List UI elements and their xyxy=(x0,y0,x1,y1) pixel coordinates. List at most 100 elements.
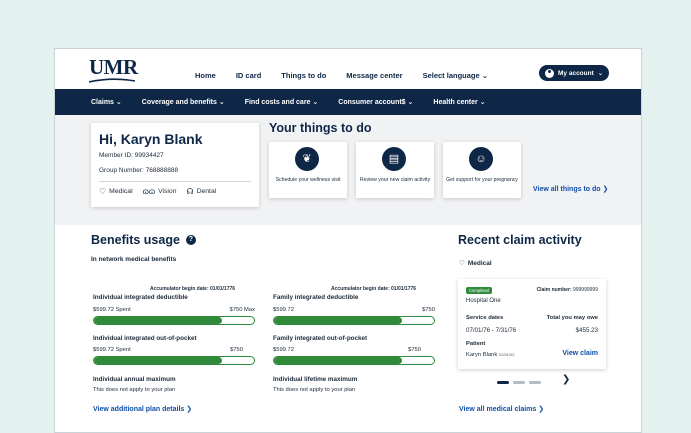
coverage-vision[interactable]: ɷɷ Vision xyxy=(143,187,177,196)
owe-label: Total you may owe xyxy=(546,315,598,321)
additional-plan-details-link[interactable]: View additional plan details ❯ xyxy=(93,405,192,413)
progress-fill xyxy=(94,357,222,364)
patient-dob: 01/01/02 xyxy=(498,352,515,357)
benefit-progress-bar xyxy=(93,356,255,365)
mainnav-consumer-accounts[interactable]: Consumer account$ ⌄ xyxy=(338,98,413,106)
nav-select-language[interactable]: Select language ⌄ xyxy=(423,71,489,80)
benefit-spent: $599.72 xyxy=(273,347,294,353)
benefit-max: $750 Max xyxy=(229,307,255,313)
nav-message-center[interactable]: Message center xyxy=(346,71,402,80)
user-icon xyxy=(545,68,554,78)
carousel-dot[interactable] xyxy=(497,381,509,384)
divider xyxy=(99,181,251,182)
mainnav-find-costs[interactable]: Find costs and care ⌄ xyxy=(245,98,319,106)
annual-max-title: Individual annual maximum xyxy=(93,376,176,383)
owe-amount: $455.23 xyxy=(575,327,598,334)
coverage-dental[interactable]: ☊ Dental xyxy=(186,187,216,196)
nav-id-card[interactable]: ID card xyxy=(236,71,261,80)
todo-card-wellness[interactable]: ❦ Schedule your wellness visit xyxy=(269,142,347,198)
claim-number: Claim number: 999999999 xyxy=(537,287,598,293)
benefit-max: $750 xyxy=(422,307,435,313)
nav-select-language-label: Select language xyxy=(422,71,480,80)
todo-label: Review your new claim activity xyxy=(359,177,431,183)
umr-logo[interactable]: UMR xyxy=(89,55,138,80)
mainnav-coverage-label: Coverage and benefits xyxy=(141,99,217,106)
chevron-down-icon: ⌄ xyxy=(312,99,319,106)
heart-icon: ♡ xyxy=(99,187,107,196)
main-nav: Claims ⌄ Coverage and benefits ⌄ Find co… xyxy=(55,89,641,115)
claim-number-label: Claim number: xyxy=(536,287,572,293)
chevron-down-icon: ⌄ xyxy=(479,99,486,106)
coverage-list: ♡ Medical ɷɷ Vision ☊ Dental xyxy=(99,187,216,196)
chevron-right-icon: ❯ xyxy=(602,186,609,193)
benefit-title: Individual integrated out-of-pocket xyxy=(93,335,197,342)
service-dates: 07/01/76 - 7/31/76 xyxy=(466,327,517,334)
service-dates-label: Service dates xyxy=(466,315,504,321)
accumulator-date: Accumulator begin date: 01/01/1776 xyxy=(331,286,417,292)
benefit-title: Family integrated out-of-pocket xyxy=(273,335,368,342)
mainnav-health-center[interactable]: Health center ⌄ xyxy=(433,98,485,106)
claim-number-value: 999999999 xyxy=(572,287,598,293)
benefit-spent: $599.72 Spent xyxy=(93,307,131,313)
view-all-claims-link[interactable]: View all medical claims ❯ xyxy=(459,405,544,413)
view-all-things-link[interactable]: View all things to do ❯ xyxy=(533,185,608,193)
benefit-title: Individual integrated deductible xyxy=(93,294,188,301)
mainnav-consumer-accounts-label: Consumer account$ xyxy=(338,99,406,106)
benefit-max: $750 xyxy=(408,347,421,353)
status-badge: Completed xyxy=(466,287,493,294)
member-id: Member ID: 99934427 xyxy=(99,152,164,159)
coverage-medical-label: Medical xyxy=(109,188,133,195)
benefit-title: Family integrated deductible xyxy=(273,294,359,301)
carousel-dot[interactable] xyxy=(529,381,541,384)
top-nav: Home ID card Things to do Message center… xyxy=(195,71,488,80)
chevron-down-icon: ⌄ xyxy=(597,70,604,77)
chevron-right-icon: ❯ xyxy=(186,406,193,413)
patient-name: Karyn Blank 01/01/02 xyxy=(466,352,514,358)
benefit-max: $750 xyxy=(230,347,243,353)
carousel-next-icon[interactable]: ❯ xyxy=(562,374,570,385)
accumulator-date: Accumulator begin date: 01/01/1776 xyxy=(150,286,236,292)
progress-fill xyxy=(274,357,402,364)
progress-fill xyxy=(274,317,402,324)
help-icon[interactable]: ? xyxy=(185,235,196,245)
lifetime-max-note: This does not apply to your plan xyxy=(273,387,356,393)
hands-leaf-icon: ❦ xyxy=(295,147,319,171)
mainnav-claims[interactable]: Claims ⌄ xyxy=(91,98,122,106)
logo-swoosh-icon xyxy=(89,78,135,83)
claim-card: Completed Claim number: 999999999 Hospit… xyxy=(458,279,606,369)
page-frame: UMR Home ID card Things to do Message ce… xyxy=(54,48,642,433)
benefits-title: Benefits usage ? xyxy=(91,233,196,247)
chevron-right-icon: ❯ xyxy=(538,406,545,413)
benefit-progress-bar xyxy=(93,316,255,325)
chevron-down-icon: ⌄ xyxy=(115,99,122,106)
benefits-title-label: Benefits usage xyxy=(91,233,180,247)
mainnav-health-center-label: Health center xyxy=(433,99,478,106)
todo-label: Get support for your pregnancy xyxy=(446,177,518,183)
mainnav-coverage[interactable]: Coverage and benefits ⌄ xyxy=(142,98,225,106)
claims-category: ♡ Medical xyxy=(459,259,492,268)
todo-card-pregnancy[interactable]: ☺ Get support for your pregnancy xyxy=(443,142,521,198)
progress-fill xyxy=(94,317,222,324)
glasses-icon: ɷɷ xyxy=(142,187,156,196)
chevron-down-icon: ⌄ xyxy=(481,71,489,80)
benefit-spent: $599.72 Spent xyxy=(93,347,131,353)
todo-card-claim[interactable]: ▤ Review your new claim activity xyxy=(356,142,434,198)
mainnav-find-costs-label: Find costs and care xyxy=(244,99,311,106)
view-all-claims-label: View all medical claims xyxy=(459,406,537,413)
recent-claims-title: Recent claim activity xyxy=(458,233,582,247)
benefit-progress-bar xyxy=(273,316,435,325)
nav-home[interactable]: Home xyxy=(195,71,216,80)
coverage-medical[interactable]: ♡ Medical xyxy=(99,187,133,196)
profile-card: Hi, Karyn Blank Member ID: 99934427 Grou… xyxy=(91,123,259,207)
chevron-down-icon: ⌄ xyxy=(407,99,414,106)
heart-icon: ♡ xyxy=(459,260,465,267)
carousel-dot[interactable] xyxy=(513,381,525,384)
my-account-button[interactable]: My account ⌄ xyxy=(539,65,609,81)
nav-things-to-do[interactable]: Things to do xyxy=(281,71,326,80)
baby-icon: ☺ xyxy=(469,147,493,171)
lifetime-max-title: Individual lifetime maximum xyxy=(273,376,358,383)
view-claim-link[interactable]: View claim xyxy=(562,350,598,357)
tooth-icon: ☊ xyxy=(186,187,194,196)
top-header: UMR Home ID card Things to do Message ce… xyxy=(55,49,641,89)
benefit-progress-bar xyxy=(273,356,435,365)
